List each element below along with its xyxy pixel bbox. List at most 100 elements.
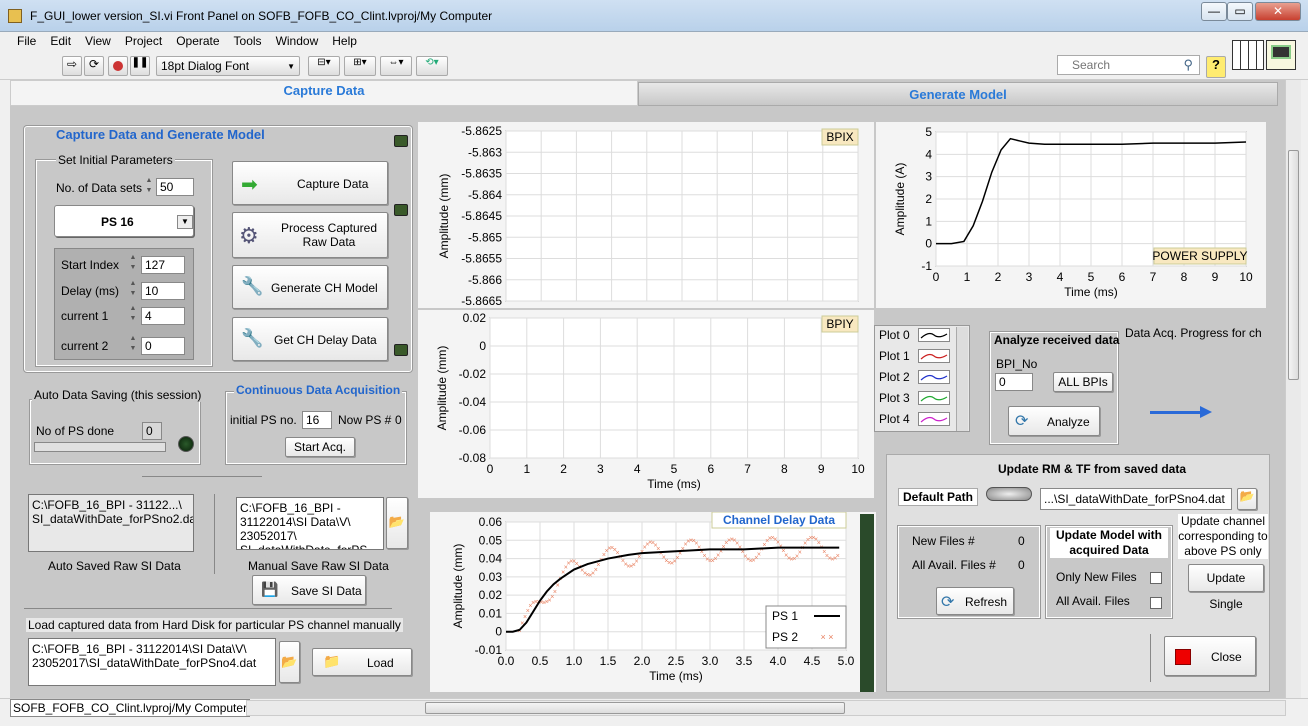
search-input[interactable] (1058, 56, 1173, 73)
menu-window[interactable]: Window (269, 32, 326, 50)
chart-title: BPIY (826, 317, 853, 331)
tab-capture-label[interactable]: Capture Data (10, 80, 638, 106)
load-path[interactable]: C:\FOFB_16_BPI - 31122014\SI Data\V\ 230… (28, 638, 276, 686)
current2-input[interactable]: 0 (141, 337, 185, 355)
y-tick-label: 0.06 (479, 515, 503, 529)
analyze-button[interactable]: ⟳ Analyze (1008, 406, 1100, 436)
close-window-button[interactable]: ✕ (1255, 2, 1301, 21)
process-data-button[interactable]: ⚙ Process Captured Raw Data (232, 212, 388, 258)
menu-operate[interactable]: Operate (169, 32, 226, 50)
ps-done-label: No of PS done (36, 424, 115, 438)
only-new-checkbox[interactable] (1150, 572, 1162, 584)
default-path-toggle[interactable] (986, 487, 1032, 501)
search-icon[interactable]: ⚲ (1183, 57, 1193, 73)
ps-select-value: PS 16 (101, 215, 134, 229)
wrench-icon: 🔧 (241, 328, 264, 348)
x-tick-label: 1 (523, 462, 530, 476)
chart-channel-delay: 0.060.050.040.030.020.010-0.010.0 0.5 1.0 1… (430, 512, 876, 692)
nsets-input[interactable]: 50 (156, 178, 194, 196)
chevron-down-icon[interactable]: ▼ (177, 215, 193, 229)
manual-save-path[interactable]: C:\FOFB_16_BPI - 31122014\SI Data\V\ 230… (236, 497, 384, 550)
y-tick-label: 0.02 (463, 311, 487, 325)
x-tick-label: 10 (851, 462, 865, 476)
chart-bpix: -5.8625 -5.863 -5.8635 -5.864 -5.8645 -5.865 -… (418, 122, 874, 308)
start-index-label: Start Index (61, 258, 120, 272)
pause-icon[interactable]: ❚❚ (130, 56, 150, 76)
all-avail-label: All Avail. Files (1056, 594, 1130, 608)
project-label[interactable]: SOFB_FOFB_CO_Clint.lvproj/My Computer (10, 699, 251, 717)
horizontal-scrollbar[interactable] (246, 700, 1286, 716)
start-index-spinner[interactable]: ▲ ▼ (128, 253, 138, 275)
reorder-icon[interactable]: ⟲▾ (416, 56, 448, 76)
capture-data-button[interactable]: ➡ Capture Data (232, 161, 388, 205)
y-tick-label: 0 (495, 625, 502, 639)
load-button[interactable]: 📁 Load (312, 648, 412, 676)
x-tick-label: 1.0 (566, 654, 583, 668)
resize-objects-icon[interactable]: ⇔▾ (380, 56, 412, 76)
run-continuously-icon[interactable]: ⟳ (84, 56, 104, 76)
vertical-scrollbar[interactable] (1285, 80, 1301, 698)
current1-spinner[interactable]: ▲ ▼ (128, 304, 138, 326)
folder-icon[interactable]: 📂 (386, 497, 408, 549)
status-led (394, 204, 408, 216)
distribute-objects-icon[interactable]: ⊞▾ (344, 56, 376, 76)
menu-file[interactable]: File (10, 32, 43, 50)
update-path-input[interactable]: ...\SI_dataWithDate_forPSno4.dat (1040, 488, 1232, 510)
nsets-spinner[interactable]: ▲ ▼ (144, 176, 154, 198)
ps2-marker: × (836, 553, 840, 560)
x-tick-label: 8 (1181, 270, 1188, 284)
x-tick-label: 0 (933, 270, 940, 284)
save-si-data-button[interactable]: 💾 Save SI Data (252, 575, 366, 605)
menu-edit[interactable]: Edit (43, 32, 78, 50)
analyze-label: Analyze (1047, 415, 1090, 429)
manual-save-label: Manual Save Raw SI Data (248, 559, 389, 573)
x-tick-label: 2.0 (634, 654, 651, 668)
bpi-no-input[interactable]: 0 (995, 373, 1033, 391)
delay-spinner[interactable]: ▲ ▼ (128, 279, 138, 301)
auto-save-title: Auto Data Saving (this session) (32, 388, 204, 402)
x-tick-label: 8 (781, 462, 788, 476)
x-tick-label: 0.5 (532, 654, 549, 668)
abort-icon[interactable] (108, 56, 128, 76)
x-tick-label: 6 (707, 462, 714, 476)
menu-project[interactable]: Project (118, 32, 169, 50)
minimize-button[interactable]: — (1201, 2, 1227, 21)
menu-view[interactable]: View (78, 32, 118, 50)
start-acq-button[interactable]: Start Acq. (285, 437, 355, 457)
current2-label: current 2 (61, 339, 109, 353)
all-bpis-button[interactable]: ALL BPIs (1053, 372, 1113, 392)
menu-help[interactable]: Help (325, 32, 364, 50)
x-tick-label: 2 (560, 462, 567, 476)
font-select[interactable]: 18pt Dialog Font ▼ (156, 56, 300, 76)
connector-pane-icon[interactable] (1232, 40, 1264, 70)
initial-ps-input[interactable]: 16 (302, 411, 332, 429)
legend-scrollbar[interactable] (956, 327, 968, 431)
legend-swatch (918, 370, 950, 384)
vi-icon[interactable] (1266, 40, 1296, 70)
get-ch-delay-button[interactable]: 🔧 Get CH Delay Data (232, 317, 388, 361)
close-button[interactable]: Close (1164, 636, 1256, 676)
align-objects-icon[interactable]: ⊟▾ (308, 56, 340, 76)
delay-input[interactable]: 10 (141, 282, 185, 300)
menu-tools[interactable]: Tools (227, 32, 269, 50)
status-led (394, 135, 408, 147)
x-tick-label: 9 (1212, 270, 1219, 284)
channel-delay-scrollbar[interactable] (860, 514, 874, 692)
maximize-button[interactable]: ▭ (1227, 2, 1253, 21)
current2-spinner[interactable]: ▲ ▼ (128, 334, 138, 356)
search-box[interactable]: ⚲ (1057, 55, 1200, 75)
all-avail-checkbox[interactable] (1150, 597, 1162, 609)
refresh-button[interactable]: ⟳ Refresh (936, 587, 1014, 615)
help-icon[interactable]: ? (1206, 56, 1226, 78)
folder-icon[interactable]: 📂 (279, 641, 300, 683)
generate-ch-model-button[interactable]: 🔧 Generate CH Model (232, 265, 388, 309)
ps-select[interactable]: PS 16 ▼ (54, 205, 194, 237)
y-axis-label: Amplitude (mm) (437, 174, 451, 259)
update-single-button[interactable]: Update Single (1188, 564, 1264, 611)
start-index-input[interactable]: 127 (141, 256, 185, 274)
folder-icon[interactable]: 📂 (1237, 488, 1257, 510)
run-arrow-icon[interactable]: ⇨ (62, 56, 82, 76)
tab-generate-label[interactable]: Generate Model (638, 84, 1278, 110)
continuous-title: Continuous Data Acquisition (234, 383, 403, 397)
current1-input[interactable]: 4 (141, 307, 185, 325)
